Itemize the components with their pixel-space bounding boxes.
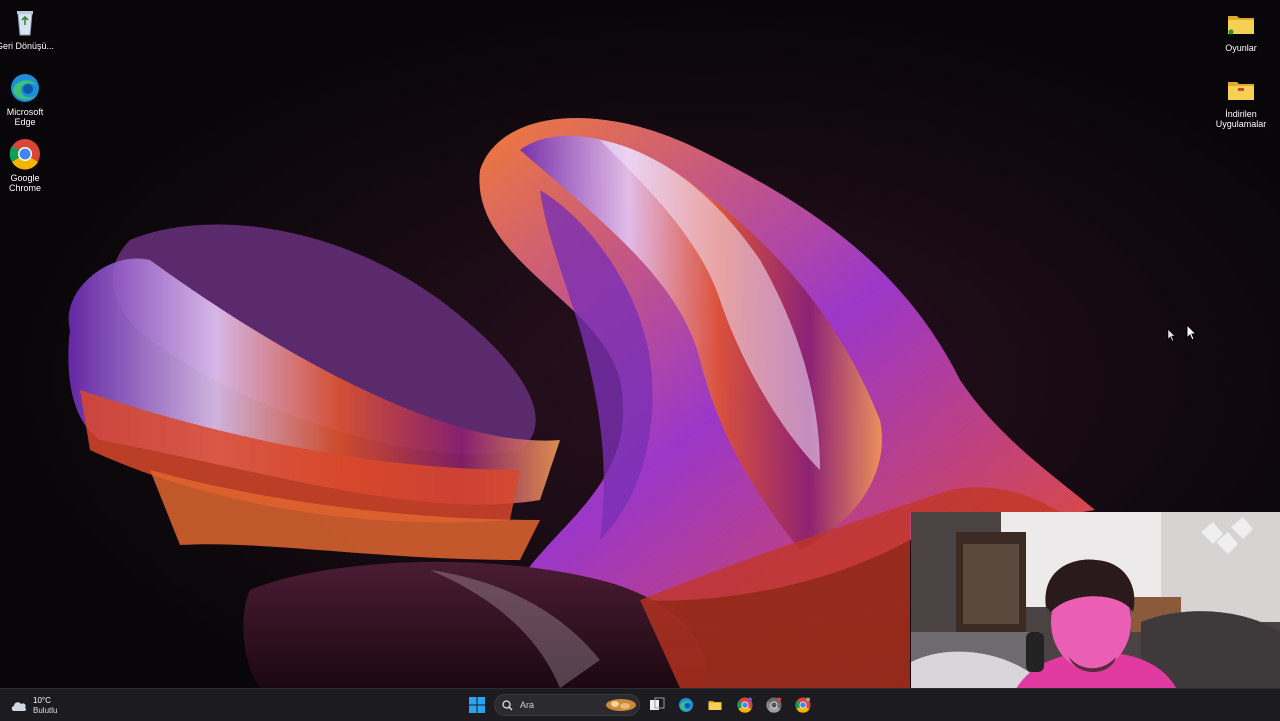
folder-icon[interactable] <box>707 697 723 713</box>
desktop-icon-label: Oyunlar <box>1225 43 1257 53</box>
folder-icon <box>1228 16 1254 35</box>
weather-condition: Bulutlu <box>33 706 58 715</box>
desktop-icon-microsoft-edge[interactable]: Microsoft Edge <box>0 72 55 127</box>
cloud-icon <box>11 702 27 711</box>
chrome-icon[interactable] <box>795 697 811 713</box>
folder-icon <box>1228 82 1254 100</box>
desktop-icon-indirilen-uygulamalar[interactable]: İndirilen Uygulamalar <box>1211 74 1271 129</box>
desktop-icon-label: Geri Dönüşü... <box>0 41 55 51</box>
weather-widget[interactable]: 10°C Bulutlu <box>10 694 57 718</box>
search-icon <box>502 700 513 711</box>
chrome-icon <box>9 139 40 170</box>
desktop-icon-oyunlar[interactable]: Oyunlar <box>1211 8 1271 53</box>
recycle-bin-icon <box>17 11 33 36</box>
desktop-icon-label: İndirilen Uygulamalar <box>1215 109 1267 129</box>
taskbar: 10°C Bulutlu Ara <box>0 688 1280 721</box>
search-placeholder: Ara <box>520 700 535 710</box>
desktop-icon-recycle-bin[interactable]: Geri Dönüşü... <box>0 6 55 51</box>
chrome-icon[interactable] <box>737 697 753 713</box>
taskbar-search-box[interactable]: Ara <box>494 694 640 716</box>
cursor-trail-icon <box>1167 328 1177 342</box>
edge-icon[interactable] <box>678 697 694 713</box>
weather-temperature: 10°C <box>33 696 51 705</box>
mouse-cursor-icon <box>1186 324 1198 341</box>
desktop-icon-label: Microsoft Edge <box>6 107 44 127</box>
task-view-icon[interactable] <box>649 697 665 713</box>
search-highlight-image <box>606 699 636 711</box>
start-button[interactable] <box>469 697 485 713</box>
desktop-icon-google-chrome[interactable]: Google Chrome <box>0 138 55 193</box>
edge-icon <box>11 74 39 102</box>
chrome-icon[interactable] <box>766 697 782 713</box>
desktop-icon-label: Google Chrome <box>8 173 41 193</box>
